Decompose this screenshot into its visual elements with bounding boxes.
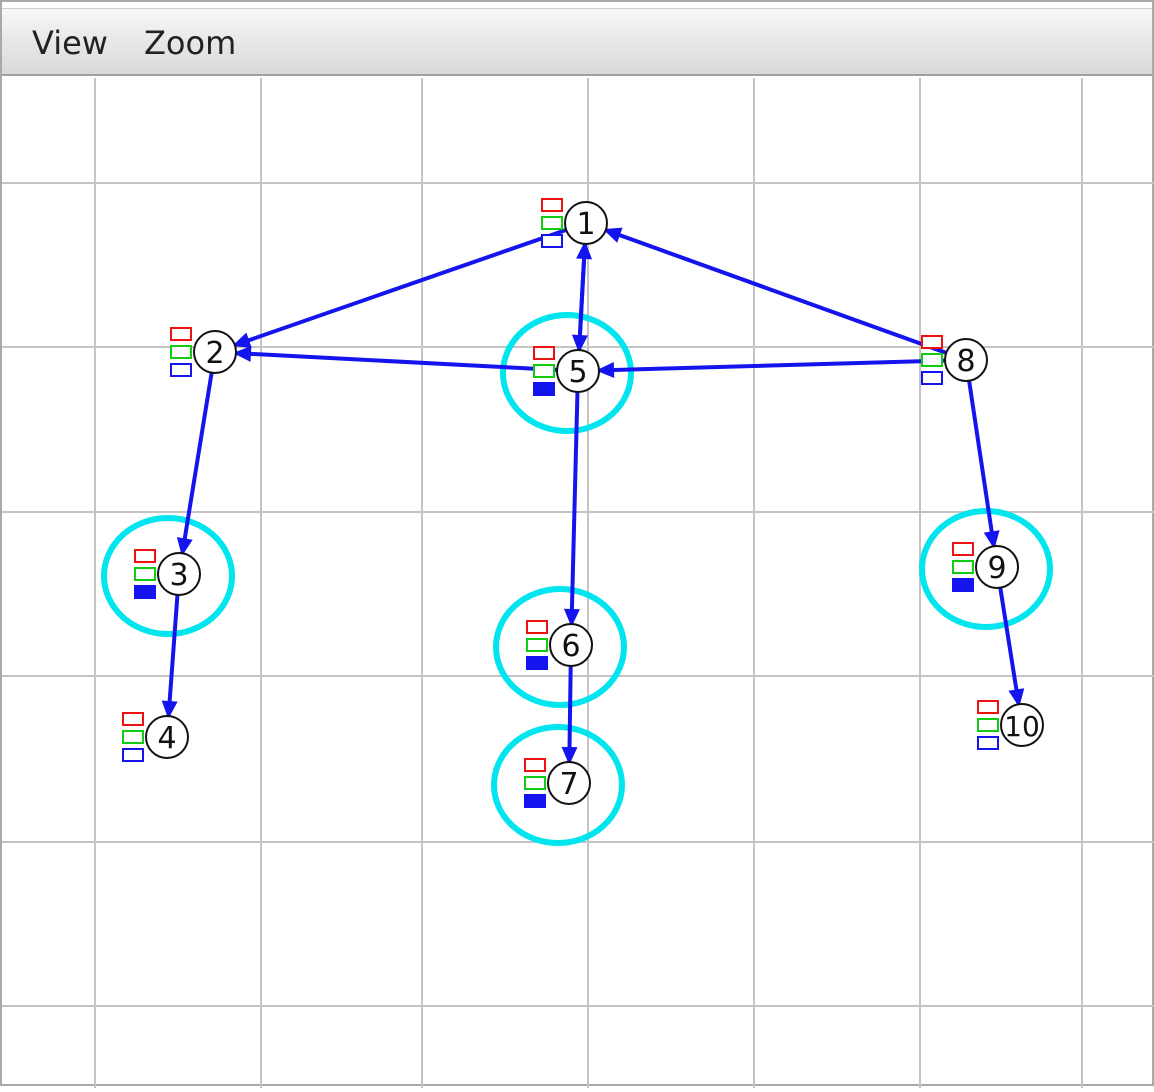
blue-status-box bbox=[921, 371, 943, 385]
green-status-box bbox=[170, 345, 192, 359]
node-6[interactable]: 6 bbox=[526, 620, 593, 670]
red-status-box bbox=[977, 700, 999, 714]
edge-8-1 bbox=[602, 227, 954, 358]
graph-canvas[interactable]: 1 2 3 4 5 6 7 8 9 10 bbox=[2, 78, 1154, 1088]
edge-5-2 bbox=[232, 350, 565, 373]
red-status-box bbox=[170, 327, 192, 341]
node-label: 8 bbox=[956, 344, 975, 379]
node-label: 7 bbox=[559, 767, 578, 802]
red-status-box bbox=[533, 346, 555, 360]
blue-status-box bbox=[526, 656, 548, 670]
green-status-box bbox=[921, 353, 943, 367]
node-label: 3 bbox=[169, 558, 188, 593]
red-status-box bbox=[524, 758, 546, 772]
blue-status-box bbox=[170, 363, 192, 377]
node-label: 1 bbox=[576, 207, 595, 242]
node-10[interactable]: 10 bbox=[977, 700, 1044, 750]
green-status-box bbox=[952, 560, 974, 574]
blue-status-box bbox=[977, 736, 999, 750]
menu-bar: View Zoom bbox=[2, 8, 1152, 76]
node-label: 9 bbox=[987, 551, 1006, 586]
node-5[interactable]: 5 bbox=[533, 346, 600, 396]
edge-3-4 bbox=[166, 587, 180, 720]
blue-status-box bbox=[541, 234, 563, 248]
blue-status-box bbox=[524, 794, 546, 808]
green-status-box bbox=[526, 638, 548, 652]
red-status-box bbox=[921, 335, 943, 349]
red-status-box bbox=[122, 712, 144, 726]
node-4[interactable]: 4 bbox=[122, 712, 189, 762]
edge-9-10 bbox=[997, 580, 1022, 708]
node-label: 4 bbox=[157, 721, 176, 756]
edge-8-9 bbox=[966, 373, 997, 550]
edges bbox=[161, 225, 1025, 766]
green-status-box bbox=[134, 567, 156, 581]
blue-status-box bbox=[134, 585, 156, 599]
node-3[interactable]: 3 bbox=[134, 549, 201, 599]
graph-viewer-window: View Zoom 1 2 3 4 5 6 7 8 9 10 bbox=[0, 0, 1154, 1088]
graph-svg: 1 2 3 4 5 6 7 8 9 10 bbox=[2, 78, 1154, 1088]
red-status-box bbox=[134, 549, 156, 563]
green-status-box bbox=[533, 364, 555, 378]
node-8[interactable]: 8 bbox=[921, 335, 988, 385]
red-status-box bbox=[526, 620, 548, 634]
edge-8-5 bbox=[595, 358, 953, 373]
node-9[interactable]: 9 bbox=[952, 542, 1019, 592]
node-label: 10 bbox=[1004, 710, 1040, 743]
node-label: 6 bbox=[561, 629, 580, 664]
green-status-box bbox=[524, 776, 546, 790]
red-status-box bbox=[541, 198, 563, 212]
node-1[interactable]: 1 bbox=[541, 198, 608, 248]
node-label: 5 bbox=[568, 355, 587, 390]
menu-view[interactable]: View bbox=[32, 25, 108, 61]
blue-status-box bbox=[533, 382, 555, 396]
node-7[interactable]: 7 bbox=[524, 758, 591, 808]
blue-status-box bbox=[952, 578, 974, 592]
red-status-box bbox=[952, 542, 974, 556]
menu-zoom[interactable]: Zoom bbox=[144, 25, 236, 61]
node-label: 2 bbox=[205, 336, 224, 371]
green-status-box bbox=[541, 216, 563, 230]
blue-status-box bbox=[122, 748, 144, 762]
green-status-box bbox=[122, 730, 144, 744]
green-status-box bbox=[977, 718, 999, 732]
node-2[interactable]: 2 bbox=[170, 327, 237, 377]
